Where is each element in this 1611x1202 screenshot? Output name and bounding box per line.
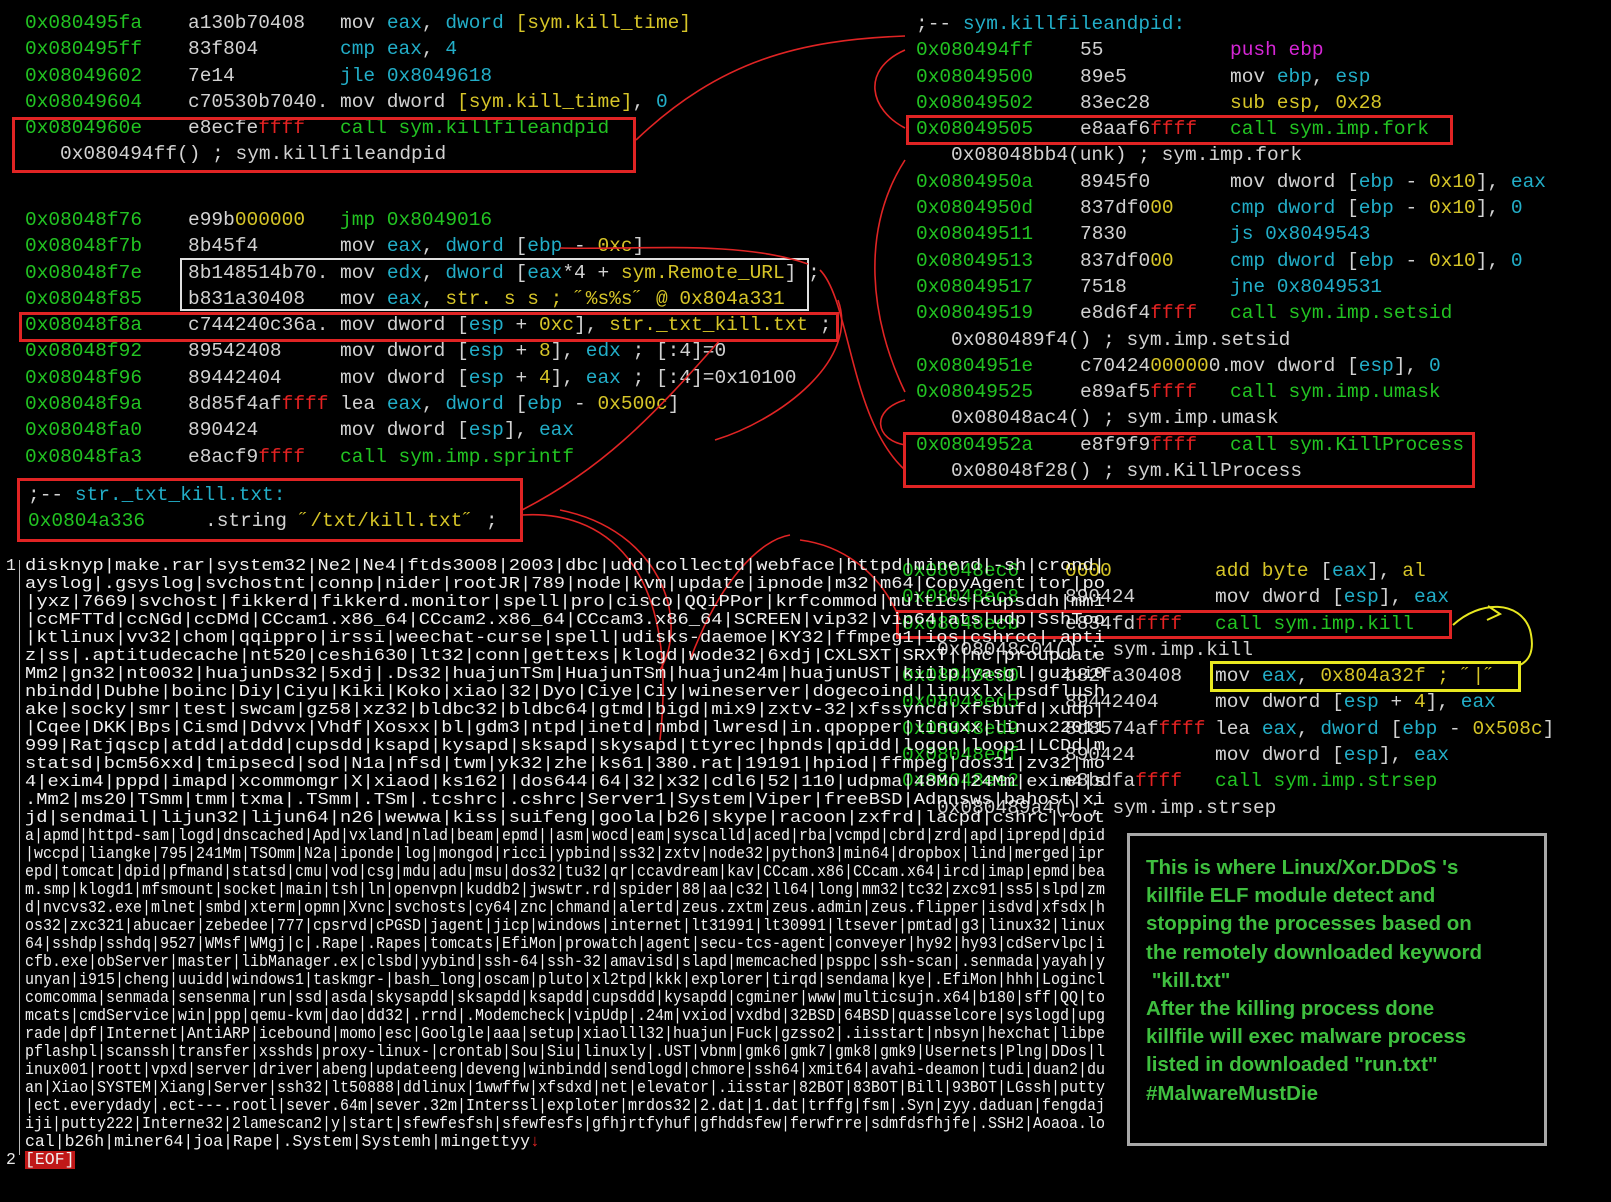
- arrow-yellow-loop: [1452, 605, 1533, 666]
- dump-text: ayslog|.gsyslog|svchostnt|connp|nider|ro…: [25, 574, 1105, 593]
- dump-text: 999|Ratjqscp|atdd|atddd|cupsdd|ksapd|kys…: [25, 736, 1105, 755]
- dump-text: disknyp|make.rar|system32|Ne2|Ne4|ftds30…: [25, 556, 1105, 575]
- dump-text: nbindd|Dubhe|boinc|Diy|Ciyu|Kiki|Koko|xi…: [25, 682, 1105, 701]
- dump-text: m.smp|klogd1|mfsmount|socket|main|tsh|ln…: [25, 880, 1105, 899]
- dump-line: inux001|roott|vpxd|server|driver|abeng|u…: [0, 1061, 1110, 1079]
- dump-line: |wccpd|liangke|795|241Mm|TSOmm|N2a|ipond…: [0, 845, 1110, 863]
- dump-text: unyan|i915|cheng|uuidd|windows1|taskmgr-…: [25, 970, 1105, 989]
- dump-text: |ccMFTTd|ccNGd|ccDMd|CCcam1.x86_64|CCcam…: [25, 610, 1105, 629]
- dump-text: rade|dpf|Internet|AntiARP|icebound|momo|…: [25, 1024, 1105, 1043]
- dump-text: inux001|roott|vpxd|server|driver|abeng|u…: [25, 1060, 1105, 1079]
- dump-line: 1 disknyp|make.rar|system32|Ne2|Ne4|ftds3…: [0, 557, 1110, 575]
- dump-text: os32|zxc321|abucaer|zebedee|777|cpsrvd|c…: [25, 916, 1105, 935]
- dump-line: iji|putty222|Interne32|2lamescan2|y|star…: [0, 1115, 1110, 1133]
- line-number: 2: [6, 1150, 16, 1169]
- dump-line: 999|Ratjqscp|atdd|atddd|cupsdd|ksapd|kys…: [0, 737, 1110, 755]
- note-line: killfile will exec malware process: [1146, 1025, 1467, 1049]
- dump-text: jd|sendmail|lijun32|lijun64|n26|wewwa|ki…: [25, 808, 1105, 827]
- dump-line: a|apmd|httpd-sam|logd|dnscached|Apd|vxla…: [0, 827, 1110, 845]
- dump-line: d|nvcvs32.exe|mlnet|smbd|xterm|opmn|Xvnc…: [0, 899, 1110, 917]
- dump-line: 2 [EOF]: [0, 1151, 1110, 1169]
- dump-line: pflashpl|scanssh|transfer|xsshds|proxy-l…: [0, 1043, 1110, 1061]
- dump-line: mcats|cmdService|win|ppp|qemu-kvm|dao|dd…: [0, 1007, 1110, 1025]
- dump-text: pflashpl|scanssh|transfer|xsshds|proxy-l…: [25, 1042, 1105, 1061]
- arrow-kill-txt-ref: [521, 339, 721, 511]
- note-line: listed in downloaded "run.txt": [1146, 1053, 1438, 1077]
- dump-text: |yxz|7669|svchost|fikkerd|fikkerd.monito…: [25, 592, 1105, 611]
- dump-line: ayslog|.gsyslog|svchostnt|connp|nider|ro…: [0, 575, 1110, 593]
- arrow-remote-url: [559, 246, 809, 265]
- arrow-fork-to-umask: [874, 159, 906, 393]
- dump-text: an|Xiao|SYSTEM|Xiang|Server|ssh32|lt5088…: [25, 1078, 1105, 1097]
- dump-text: ake|socky|smr|test|swcam|gz58|xz32|bldbc…: [25, 700, 1105, 719]
- dump-text: epd|tomcat|dpid|pfmand|statsd|cmu|vod|cs…: [25, 862, 1105, 881]
- dump-line: cfb.exe|obServer|master|libManager.ex|cl…: [0, 953, 1110, 971]
- dump-line: jd|sendmail|lijun32|lijun64|n26|wewwa|ki…: [0, 809, 1110, 827]
- dump-text: |ect.everydady|.ect---.rootl|sever.64m|s…: [25, 1096, 1105, 1115]
- note-line: This is where Linux/Xor.DDoS 's: [1146, 856, 1459, 879]
- note-line: killfile ELF module detect and: [1146, 884, 1436, 908]
- dump-text: z|ss|.aptitudecache|nt520|ceshi630|lt32|…: [25, 646, 1105, 665]
- dump-line: 4|exim4|pppd|imapd|xcommomgr|X|xiaod|ks1…: [0, 773, 1110, 791]
- dump-text: 4|exim4|pppd|imapd|xcommomgr|X|xiaod|ks1…: [25, 772, 1105, 791]
- dump-line: comcomma|senmada|sensenma|run|ssd|asda|s…: [0, 989, 1110, 1007]
- kill-txt-dump: 1 disknyp|make.rar|system32|Ne2|Ne4|ftds3…: [0, 557, 1110, 1169]
- dump-line: Mm2|gn32|nt0032|huajunDs32|5xdj|.Ds32|hu…: [0, 665, 1110, 683]
- dump-line: epd|tomcat|dpid|pfmand|statsd|cmu|vod|cs…: [0, 863, 1110, 881]
- dump-line: nbindd|Dubhe|boinc|Diy|Ciyu|Kiki|Koko|xi…: [0, 683, 1110, 701]
- dump-line: |yxz|7669|svchost|fikkerd|fikkerd.monito…: [0, 593, 1110, 611]
- dump-line: ake|socky|smr|test|swcam|gz58|xz32|bldbc…: [0, 701, 1110, 719]
- dump-text: comcomma|senmada|sensenma|run|ssd|asda|s…: [25, 988, 1105, 1007]
- dump-line: z|ss|.aptitudecache|nt520|ceshi630|lt32|…: [0, 647, 1110, 665]
- arrow-to-sprintf: [714, 299, 843, 441]
- dump-text: d|nvcvs32.exe|mlnet|smbd|xterm|opmn|Xvnc…: [25, 898, 1105, 917]
- annotation-note: This is where Linux/Xor.DDoS 's killfile …: [1127, 833, 1547, 1146]
- arrow-to-killfileandpid: [635, 35, 906, 141]
- dump-line: an|Xiao|SYSTEM|Xiang|Server|ssh32|lt5088…: [0, 1079, 1110, 1097]
- dump-line: os32|zxc321|abucaer|zebedee|777|cpsrvd|c…: [0, 917, 1110, 935]
- dump-line: cal|b26h|miner64|joa|Rape|.System|System…: [0, 1133, 1110, 1151]
- dump-text: |Cqee|DKK|Bps|Cismd|Ddvvx|Vhdf|Xosxx|bl|…: [25, 718, 1105, 737]
- dump-text: |wccpd|liangke|795|241Mm|TSOmm|N2a|ipond…: [25, 844, 1105, 863]
- dump-text: a|apmd|httpd-sam|logd|dnscached|Apd|vxla…: [25, 826, 1105, 845]
- dump-line: |ect.everydady|.ect---.rootl|sever.64m|s…: [0, 1097, 1110, 1115]
- dump-text: .Mm2|ms20|TSmm|tmm|txma|.TSmm|.TSm|.tcsh…: [25, 790, 1105, 809]
- arrow-fork-loop: [874, 49, 906, 129]
- note-line: the remotely downloaded keyword: [1146, 940, 1483, 964]
- dump-line: m.smp|klogd1|mfsmount|socket|main|tsh|ln…: [0, 881, 1110, 899]
- note-line: #MalwareMustDie: [1146, 1081, 1319, 1105]
- dump-line: rade|dpf|Internet|AntiARP|icebound|momo|…: [0, 1025, 1110, 1043]
- dump-text: cfb.exe|obServer|master|libManager.ex|cl…: [25, 952, 1105, 971]
- dump-line: |Cqee|DKK|Bps|Cismd|Ddvvx|Vhdf|Xosxx|bl|…: [0, 719, 1110, 737]
- dump-line: unyan|i915|cheng|uuidd|windows1|taskmgr-…: [0, 971, 1110, 989]
- dump-line: |ktlinux|vv32|chom|qqippro|irssi|weechat…: [0, 629, 1110, 647]
- dump-text: cal|b26h|miner64|joa|Rape|.System|System…: [25, 1132, 540, 1151]
- eof-marker: [EOF]: [25, 1150, 75, 1169]
- note-line: After the killing process done: [1146, 997, 1435, 1021]
- newline-marker: ↓: [529, 1132, 540, 1151]
- dump-text: mcats|cmdService|win|ppp|qemu-kvm|dao|dd…: [25, 1006, 1105, 1025]
- dump-line: .Mm2|ms20|TSmm|tmm|txma|.TSmm|.TSm|.tcsh…: [0, 791, 1110, 809]
- note-line: "kill.txt": [1146, 968, 1231, 992]
- dump-line: 64|sshdp|sshdq|9527|WMsf|WMgj|c|.Rape|.R…: [0, 935, 1110, 953]
- dump-text: Mm2|gn32|nt0032|huajunDs32|5xdj|.Ds32|hu…: [25, 664, 1105, 683]
- arrow-umask-loop: [879, 399, 906, 446]
- dump-text: iji|putty222|Interne32|2lamescan2|y|star…: [25, 1114, 1105, 1133]
- dump-line: |ccMFTTd|ccNGd|ccDMd|CCcam1.x86_64|CCcam…: [0, 611, 1110, 629]
- dump-text: 64|sshdp|sshdq|9527|WMsf|WMgj|c|.Rape|.R…: [25, 934, 1105, 953]
- dump-line: statsd|bcm56xxd|tmipsecd|sod|N1a|nfsd|tw…: [0, 755, 1110, 773]
- dump-text: |ktlinux|vv32|chom|qqippro|irssi|weechat…: [25, 628, 1105, 647]
- dump-text: statsd|bcm56xxd|tmipsecd|sod|N1a|nfsd|tw…: [25, 754, 1105, 773]
- note-line: stopping the processes based on: [1146, 912, 1472, 936]
- line-number: 1: [6, 556, 16, 575]
